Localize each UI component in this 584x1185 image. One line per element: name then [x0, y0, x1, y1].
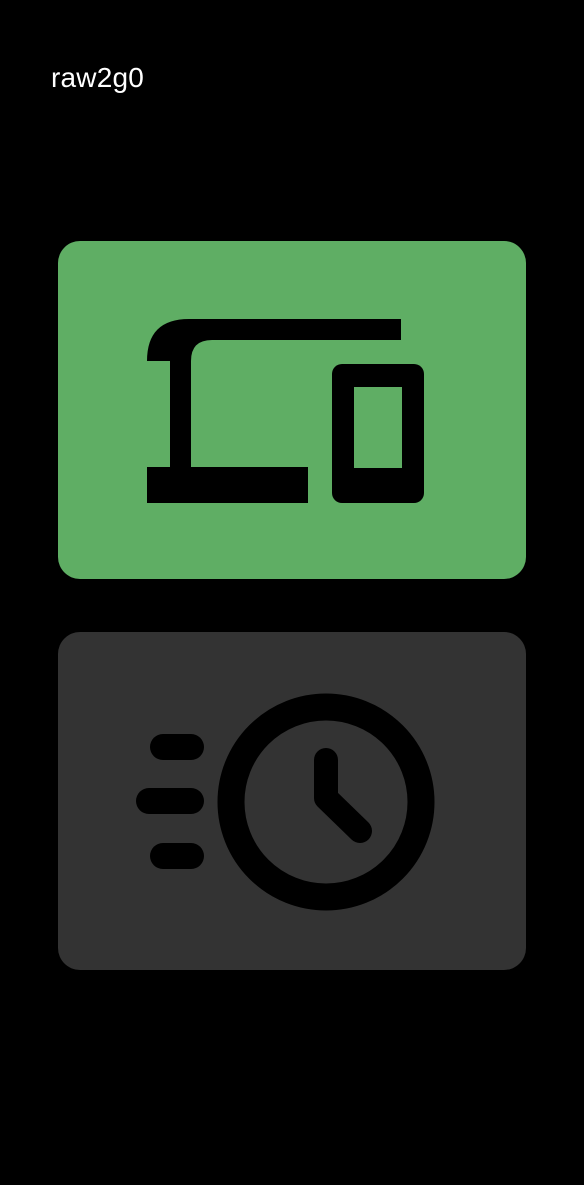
- speed-line-bottom: [150, 843, 204, 869]
- devices-icon: [147, 319, 424, 503]
- clock-hands: [314, 748, 372, 843]
- speed-line-top: [150, 734, 204, 760]
- devices-tile[interactable]: [58, 241, 526, 579]
- page-title: raw2g0: [51, 62, 145, 93]
- history-tile[interactable]: [58, 632, 526, 970]
- history-clock-icon: [136, 693, 435, 911]
- speed-line-middle: [136, 788, 204, 814]
